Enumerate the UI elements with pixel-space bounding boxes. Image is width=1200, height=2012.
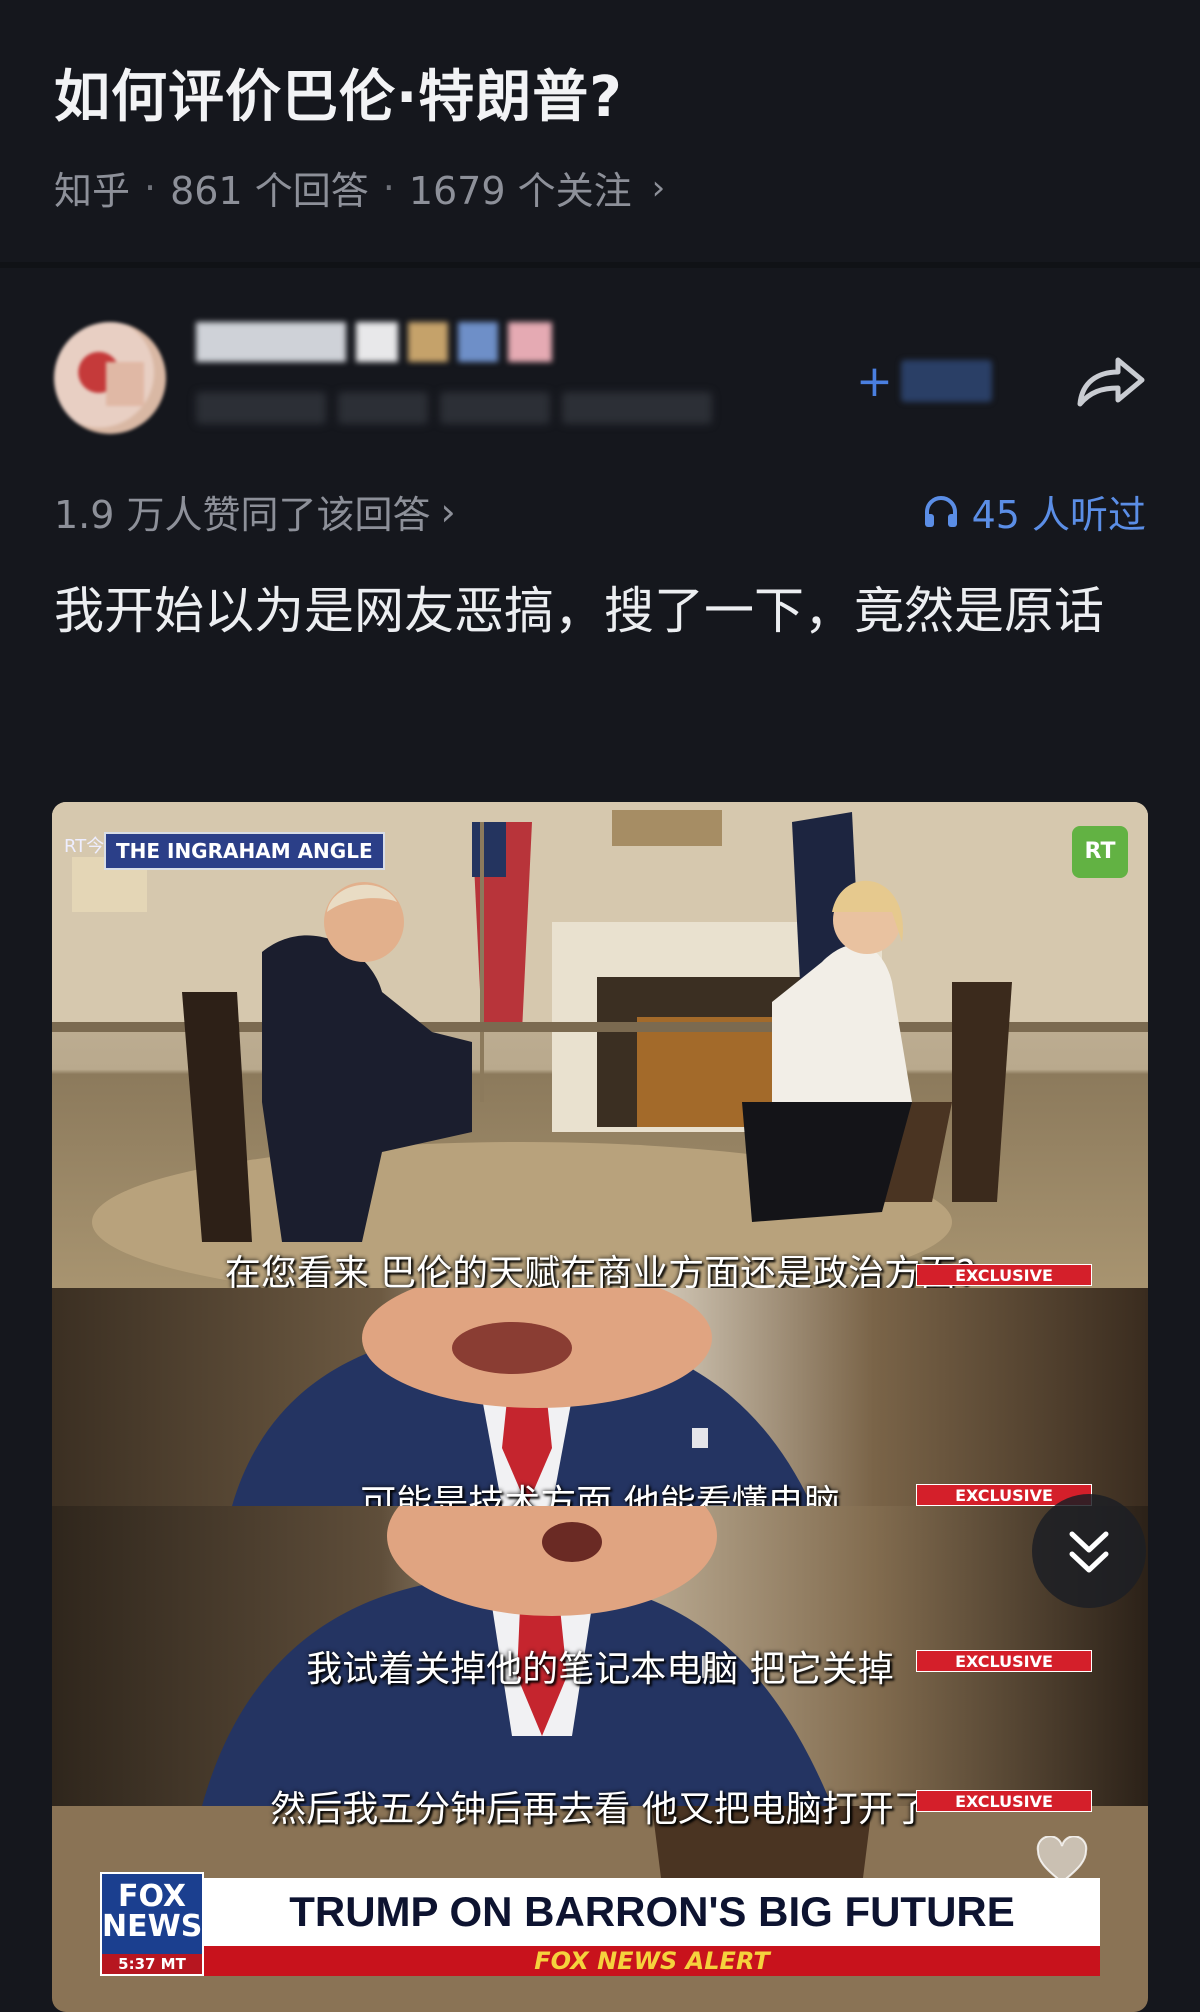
follow-button[interactable]: + (852, 352, 992, 410)
share-icon[interactable] (1072, 352, 1148, 412)
broadcast-time: 5:37 MT (102, 1954, 202, 1974)
exclusive-tag: EXCLUSIVE (916, 1790, 1092, 1812)
scroll-down-button[interactable] (1032, 1494, 1146, 1608)
listened-indicator[interactable]: 45 人听过 (922, 484, 1146, 539)
exclusive-tag: EXCLUSIVE (916, 1650, 1092, 1672)
answer-text: 我开始以为是网友恶搞，搜了一下，竟然是原话 (54, 582, 1104, 640)
chevron-right-icon: › (440, 489, 456, 534)
follow-label-blurred (900, 360, 992, 402)
plus-icon: + (856, 355, 893, 407)
separator-dot: · (382, 165, 395, 210)
video-frame-1: RT今日俄罗斯 THE INGRAHAM ANGLE RT 在您看来 巴伦的天赋… (52, 802, 1148, 1288)
author-name-blurred[interactable] (196, 322, 552, 372)
author-bio-blurred (196, 392, 712, 432)
answers-count: 861 个回答 (170, 169, 369, 213)
video-frame-2: 可能是技术方面 他能看懂电脑 EXCLUSIVE (52, 1288, 1148, 1506)
listened-count: 45 人听过 (971, 493, 1146, 537)
news-lower-third: FOX NEWS 5:37 MT TRUMP ON BARRON'S BIG F… (100, 1872, 1100, 1976)
news-alert-banner: FOX NEWS ALERT (204, 1946, 1100, 1976)
like-count: 270 (1029, 1894, 1095, 1934)
heart-icon (1036, 1835, 1088, 1884)
exclusive-tag: EXCLUSIVE (916, 1264, 1092, 1286)
double-chevron-down-icon (1069, 1531, 1109, 1573)
channel-logo: THE INGRAHAM ANGLE (104, 832, 385, 870)
section-divider (0, 262, 1200, 268)
followers-count: 1679 个关注 (408, 169, 632, 213)
agree-count: 1.9 万人赞同了该回答 (54, 493, 431, 537)
rt-logo: RT (1072, 826, 1128, 878)
answer-image[interactable]: RT今日俄罗斯 THE INGRAHAM ANGLE RT 在您看来 巴伦的天赋… (52, 802, 1148, 2012)
news-headline: TRUMP ON BARRON'S BIG FUTURE (204, 1878, 1100, 1946)
question-meta[interactable]: 知乎 · 861 个回答 · 1679 个关注 › (54, 160, 665, 215)
separator-dot: · (144, 165, 157, 210)
like-button[interactable]: 270 (1020, 1835, 1104, 1934)
question-title[interactable]: 如何评价巴伦·特朗普? (54, 52, 623, 133)
headphones-icon (924, 495, 957, 527)
agree-count-link[interactable]: 1.9 万人赞同了该回答 › (54, 484, 456, 539)
avatar[interactable] (54, 322, 166, 434)
chevron-right-icon: › (651, 167, 666, 208)
source-label: 知乎 (54, 169, 131, 213)
fox-news-logo: FOX NEWS 5:37 MT (100, 1872, 204, 1976)
